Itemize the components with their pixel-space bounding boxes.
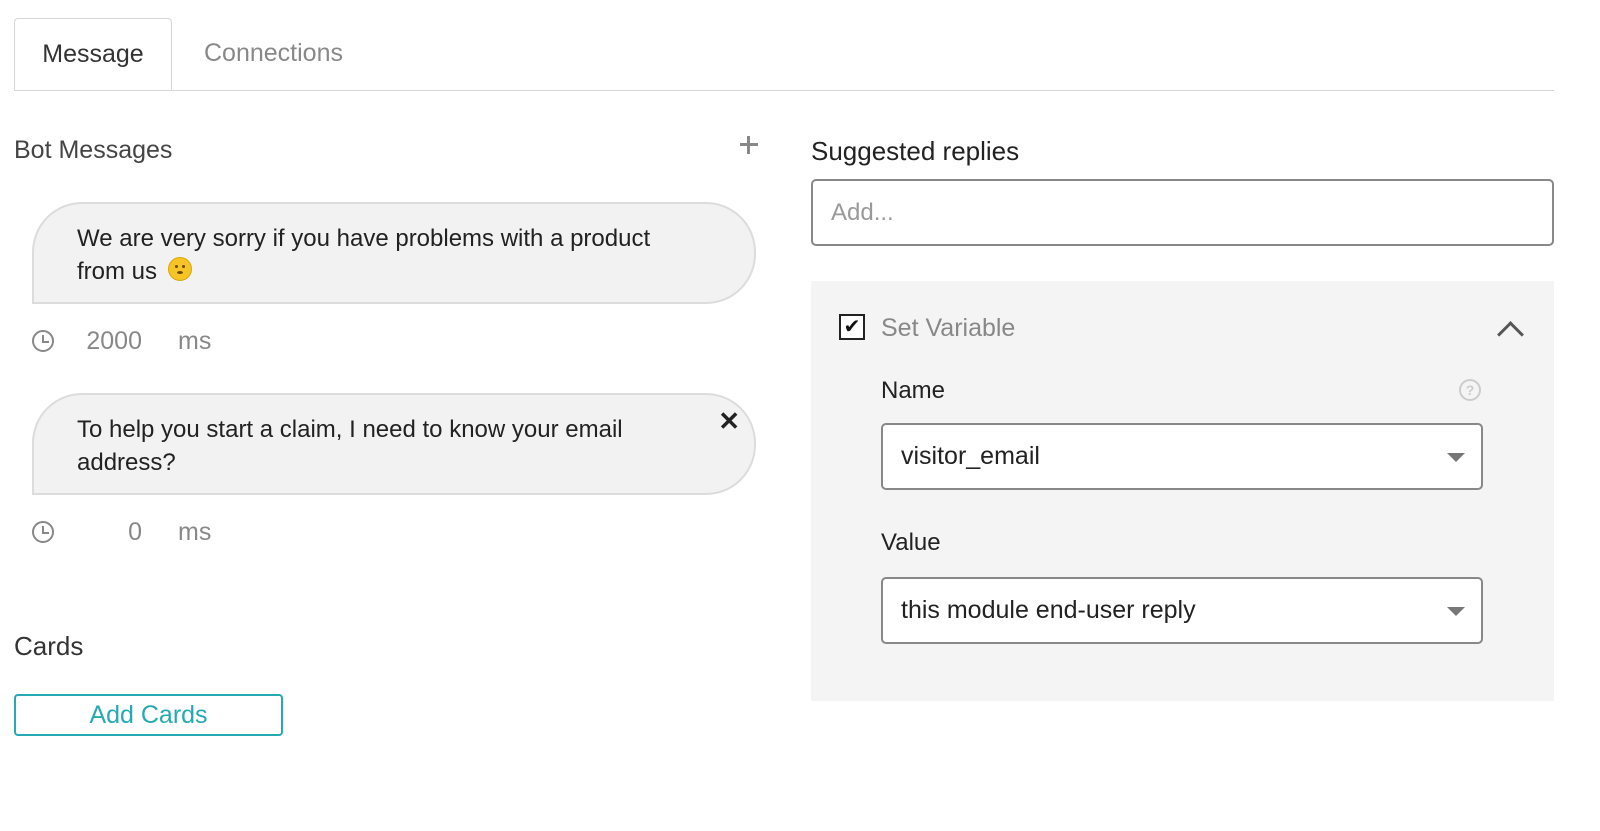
message-text-line2: address? bbox=[77, 449, 176, 476]
close-icon[interactable]: ✕ bbox=[718, 405, 740, 438]
name-label: Name bbox=[881, 377, 946, 404]
bot-message-bubble[interactable]: We are very sorry if you have problems w… bbox=[32, 202, 756, 304]
suggested-replies-input[interactable] bbox=[811, 179, 1554, 246]
message-delay-row: 0 ms bbox=[32, 515, 211, 549]
help-icon[interactable]: ? bbox=[1459, 379, 1481, 401]
tab-bar: Message Connections bbox=[14, 18, 1554, 91]
chevron-down-icon bbox=[1447, 453, 1465, 462]
bot-messages-title: Bot Messages bbox=[14, 136, 173, 164]
tab-message[interactable]: Message bbox=[14, 18, 172, 90]
name-select-value: visitor_email bbox=[901, 442, 1040, 470]
set-variable-checkbox[interactable]: ✔ bbox=[839, 314, 865, 340]
delay-unit: ms bbox=[178, 517, 212, 546]
value-select[interactable]: this module end-user reply bbox=[881, 577, 1483, 644]
value-label: Value bbox=[881, 529, 941, 556]
message-text-line1: We are very sorry if you have problems w… bbox=[77, 225, 651, 252]
plus-icon[interactable] bbox=[738, 134, 760, 156]
cards-title: Cards bbox=[14, 631, 84, 661]
add-cards-button[interactable]: Add Cards bbox=[14, 694, 283, 736]
value-select-value: this module end-user reply bbox=[901, 596, 1196, 624]
clock-icon bbox=[32, 521, 54, 543]
set-variable-label: Set Variable bbox=[881, 314, 1016, 342]
message-delay-row: 2000 ms bbox=[32, 324, 211, 358]
delay-unit: ms bbox=[178, 326, 212, 355]
delay-input[interactable]: 2000 bbox=[46, 327, 146, 356]
chevron-up-icon[interactable] bbox=[1497, 321, 1524, 348]
set-variable-panel: ✔ Set Variable Name ? visitor_email Valu… bbox=[811, 281, 1554, 701]
message-text-line2: from us bbox=[77, 258, 158, 285]
bot-message-bubble[interactable]: To help you start a claim, I need to kno… bbox=[32, 393, 756, 495]
chevron-down-icon bbox=[1447, 607, 1465, 616]
clock-icon bbox=[32, 330, 54, 352]
name-select[interactable]: visitor_email bbox=[881, 423, 1483, 490]
message-text-line1: To help you start a claim, I need to kno… bbox=[77, 416, 623, 443]
neutral-face-emoji-icon bbox=[167, 257, 192, 281]
delay-input[interactable]: 0 bbox=[46, 518, 146, 547]
suggested-replies-title: Suggested replies bbox=[811, 136, 1020, 166]
tab-connections[interactable]: Connections bbox=[204, 18, 343, 89]
